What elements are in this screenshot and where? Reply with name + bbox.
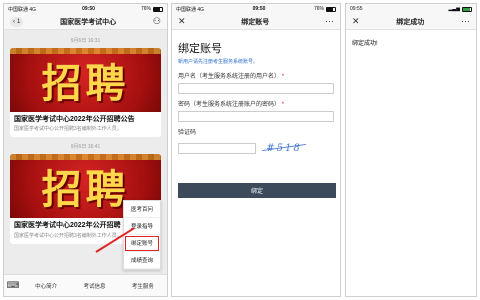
close-icon[interactable]: ✕	[352, 17, 360, 26]
tab-center-intro[interactable]: 中心简介	[22, 282, 70, 290]
back-count: 1	[17, 18, 21, 25]
success-message: 绑定成功!	[352, 41, 378, 47]
register-hint-link[interactable]: 新用户请先注册考生服务系统账号。	[178, 58, 334, 65]
article-title: 国家医学考试中心2022年公开招聘公告	[14, 116, 135, 123]
keyboard-icon[interactable]: ⌨	[4, 280, 22, 291]
username-label: 用户名（考生服务系统注册的用户名）	[178, 74, 281, 80]
clock: 09:50	[252, 6, 266, 12]
username-input[interactable]	[178, 83, 334, 94]
profile-icon[interactable]: ⚇	[153, 17, 161, 26]
bind-form: 绑定账号 新用户请先注册考生服务系统账号。 用户名（考生服务系统注册的用户名） …	[172, 30, 340, 198]
status-bar: 中国联通 4G 09:50 76%	[172, 4, 340, 14]
phone-official-account: 中国联通 4G 09:50 76% ‹ 1 国家医学考试中心 ⚇ 9月6日 16:…	[3, 3, 168, 297]
page-title: 绑定账号	[241, 18, 270, 26]
nav-bar: ✕ 绑定账号 ···	[172, 14, 340, 30]
captcha-label: 验证码	[178, 130, 197, 136]
chevron-left-icon: ‹	[13, 18, 15, 25]
article-summary: 国家医学考试中心公开招聘3名编制外工作人员。	[14, 126, 122, 133]
article-card[interactable]: 招聘 国家医学考试中心2022年公开招聘公告 国家医学考试中心公开招聘3名编制外…	[10, 48, 161, 138]
menu-item-bind-account[interactable]: 绑定账号	[124, 235, 160, 252]
service-menu-popup: 医考百问 登录指导 绑定账号 成绩查询	[123, 200, 161, 270]
banner-text: 招聘	[41, 60, 130, 107]
carrier-label: 中国联通 4G	[176, 6, 205, 13]
timestamp: 9月6日 16:31	[70, 38, 101, 44]
phone-bind-success: 09:55 ▂▃▅ ✕ 绑定成功 ··· 绑定成功!	[345, 3, 477, 297]
nav-bar: ‹ 1 国家医学考试中心 ⚇	[4, 14, 167, 30]
captcha-input[interactable]	[178, 142, 256, 154]
carrier-label: 中国联通 4G	[8, 6, 37, 13]
battery-icon	[326, 6, 336, 12]
battery-icon	[462, 6, 472, 12]
password-input[interactable]	[178, 111, 334, 122]
required-mark: *	[281, 74, 285, 80]
banner-text: 招聘	[41, 166, 130, 214]
tab-candidate-service[interactable]: 考生服务	[119, 282, 167, 290]
clock: 09:50	[82, 6, 95, 12]
menu-item-score-query[interactable]: 成绩查询	[124, 252, 160, 269]
signal-icon: ▂▃▅	[448, 6, 460, 12]
timestamp: 9月6日 16:41	[70, 144, 101, 151]
tab-exam-info[interactable]: 考试信息	[70, 282, 118, 290]
menu-bar: ⌨ 中心简介 考试信息 考生服务	[4, 274, 167, 296]
battery-icon	[153, 6, 163, 12]
captcha-code: #518	[266, 142, 302, 154]
article-banner: 招聘	[10, 48, 161, 112]
menu-item-login-guide[interactable]: 登录指导	[124, 218, 160, 235]
status-bar: 中国联通 4G 09:50 76%	[4, 4, 167, 14]
menu-item-faq[interactable]: 医考百问	[124, 201, 160, 218]
battery-label: 76%	[313, 6, 324, 12]
bind-submit-button[interactable]: 绑定	[178, 183, 336, 198]
password-label: 密码（考生服务系统注册账户的密码）	[178, 102, 281, 108]
page-title: 国家医学考试中心	[60, 18, 117, 26]
battery-label: 76%	[140, 6, 151, 12]
nav-bar: ✕ 绑定成功 ···	[346, 14, 476, 30]
captcha-image[interactable]: #518	[260, 139, 308, 157]
status-bar: 09:55 ▂▃▅	[346, 4, 476, 14]
clock: 09:55	[350, 6, 363, 12]
required-mark: *	[281, 102, 285, 108]
more-icon[interactable]: ···	[461, 17, 470, 26]
back-button[interactable]: ‹ 1	[10, 16, 24, 27]
page-title: 绑定成功	[396, 18, 425, 26]
form-heading: 绑定账号	[178, 43, 222, 55]
more-icon[interactable]: ···	[325, 17, 334, 26]
phone-bind-account: 中国联通 4G 09:50 76% ✕ 绑定账号 ··· 绑定账号 新用户请先注…	[171, 3, 341, 297]
close-icon[interactable]: ✕	[178, 17, 186, 26]
